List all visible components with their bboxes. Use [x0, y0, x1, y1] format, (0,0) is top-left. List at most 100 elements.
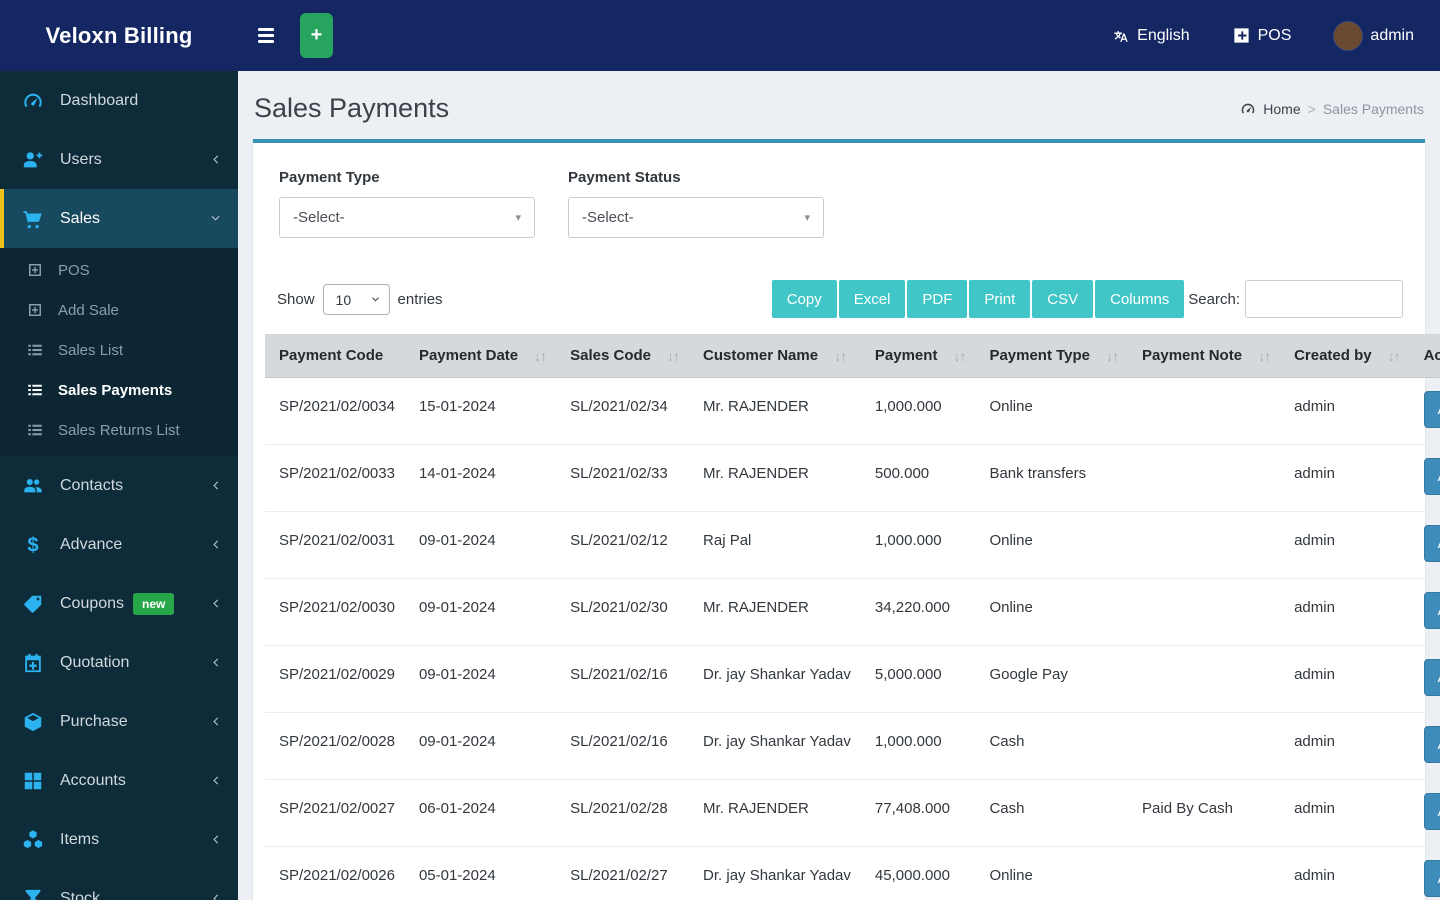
sort-icon[interactable]: ↓↑ — [953, 348, 966, 364]
sidebar-item-accounts[interactable]: Accounts — [0, 751, 238, 810]
sidebar-subitem-pos[interactable]: POS — [0, 250, 238, 290]
payment-status-value: -Select- — [582, 209, 634, 226]
cell-sales-code: SL/2021/02/34 — [556, 377, 690, 445]
cell-payment: 1,000.000 — [860, 511, 976, 579]
cell-payment-code: SP/2021/02/0031 — [265, 511, 405, 579]
sidebar-item-contacts[interactable]: Contacts — [0, 456, 238, 515]
sort-icon[interactable]: ↓↑ — [1106, 348, 1119, 364]
cell-payment-code: SP/2021/02/0027 — [265, 779, 405, 847]
sidebar-item-advance[interactable]: $ Advance — [0, 515, 238, 574]
column-header-created-by[interactable]: Created by ↓↑ — [1280, 334, 1410, 378]
payment-type-label: Payment Type — [279, 169, 380, 186]
pdf-button[interactable]: PDF — [907, 280, 968, 318]
sort-icon[interactable]: ↓↑ — [667, 348, 680, 364]
top-navbar: Veloxn Billing + English POS admin — [0, 0, 1440, 71]
page-length-control: Show 10 entries — [277, 284, 443, 315]
table-row: SP/2021/02/0029 09-01-2024 SL/2021/02/16 Dr… — [265, 645, 1440, 713]
cell-customer-name: Dr. jay Shankar Yadav — [689, 712, 861, 780]
sidebar-item-purchase[interactable]: Purchase — [0, 692, 238, 751]
cell-payment-code: SP/2021/02/0030 — [265, 578, 405, 646]
sort-icon[interactable]: ↓↑ — [1258, 348, 1271, 364]
table-header-row: Payment Code Payment Date ↓↑ Sales Code ↓↑ Cu… — [265, 334, 1440, 378]
sidebar-subitem-add-sale[interactable]: Add Sale — [0, 290, 238, 330]
page-length-select[interactable]: 10 — [322, 284, 390, 315]
action-button[interactable]: Action▾ — [1423, 525, 1440, 562]
copy-button[interactable]: Copy — [771, 280, 837, 318]
sort-icon[interactable]: ↓↑ — [534, 348, 547, 364]
dollar-icon: $ — [22, 534, 44, 556]
column-label: Customer Name — [703, 347, 819, 364]
column-header-payment-date[interactable]: Payment Date ↓↑ — [404, 334, 557, 378]
search-input[interactable] — [1245, 280, 1403, 318]
pos-link[interactable]: POS — [1232, 26, 1291, 45]
sidebar-subitem-sales-payments[interactable]: Sales Payments — [0, 370, 238, 410]
cell-payment-code: SP/2021/02/0033 — [265, 444, 405, 512]
chevron-left-icon — [209, 774, 222, 787]
sidebar-item-quotation[interactable]: Quotation — [0, 633, 238, 692]
sidebar-item-users[interactable]: Users — [0, 130, 238, 189]
payment-status-select[interactable]: -Select- ▾ — [568, 197, 824, 238]
cell-customer-name: Mr. RAJENDER — [689, 779, 861, 847]
search-label: Search: — [1188, 290, 1240, 308]
entries-label: entries — [397, 291, 443, 308]
cell-created-by: admin — [1280, 712, 1410, 780]
cell-payment-type: Online — [975, 377, 1129, 445]
action-button[interactable]: Action▾ — [1423, 659, 1440, 696]
cell-payment-type: Cash — [975, 779, 1129, 847]
sidebar-item-label: Items — [60, 830, 100, 848]
sidebar-item-items[interactable]: Items — [0, 810, 238, 869]
breadcrumb-home-link[interactable]: Home — [1263, 101, 1300, 117]
column-label: Action — [1423, 347, 1440, 364]
column-header-payment[interactable]: Payment ↓↑ — [860, 334, 976, 378]
payment-type-select[interactable]: -Select- ▾ — [279, 197, 535, 238]
sales-payments-card: Payment Type -Select- ▾ Payment Status -… — [253, 139, 1440, 900]
column-header-sales-code[interactable]: Sales Code ↓↑ — [556, 334, 690, 378]
sidebar-item-stock[interactable]: Stock — [0, 869, 238, 900]
column-label: Payment — [874, 347, 938, 364]
action-button[interactable]: Action▾ — [1423, 726, 1440, 763]
sidebar-subitem-sales-list[interactable]: Sales List — [0, 330, 238, 370]
csv-button[interactable]: CSV — [1032, 280, 1094, 318]
show-label: Show — [277, 291, 315, 308]
column-header-payment-type[interactable]: Payment Type ↓↑ — [975, 334, 1129, 378]
quick-add-button[interactable]: + — [300, 13, 333, 58]
user-menu[interactable]: admin — [1333, 20, 1414, 51]
cell-payment-date: 05-01-2024 — [404, 846, 557, 900]
cell-created-by: admin — [1280, 645, 1410, 713]
plus-icon: + — [310, 24, 323, 46]
sidebar-item-coupons[interactable]: Coupons new — [0, 574, 238, 633]
sidebar-toggle-button[interactable] — [252, 22, 280, 49]
sidebar-item-sales[interactable]: Sales — [0, 189, 238, 248]
cell-payment-type: Cash — [975, 712, 1129, 780]
cell-customer-name: Dr. jay Shankar Yadav — [689, 846, 861, 900]
cell-payment-note: Paid By Cash — [1128, 779, 1281, 847]
cell-sales-code: SL/2021/02/12 — [556, 511, 690, 579]
cell-action: Action▾ — [1409, 779, 1440, 847]
action-button[interactable]: Action▾ — [1423, 860, 1440, 897]
sidebar-subitem-sales-returns-list[interactable]: Sales Returns List — [0, 410, 238, 450]
app-logo[interactable]: Veloxn Billing — [0, 23, 238, 49]
chevron-left-icon — [209, 479, 222, 492]
column-header-customer-name[interactable]: Customer Name ↓↑ — [689, 334, 861, 378]
sidebar: Dashboard Users Sales POS Add Sale Sales List… — [0, 71, 238, 900]
language-menu[interactable]: English — [1111, 26, 1190, 45]
action-button[interactable]: Action▾ — [1423, 793, 1440, 830]
sidebar-item-label: Dashboard — [60, 91, 139, 109]
cell-payment-code: SP/2021/02/0034 — [265, 377, 405, 445]
action-button[interactable]: Action▾ — [1423, 592, 1440, 629]
print-button[interactable]: Print — [969, 280, 1031, 318]
sort-icon[interactable]: ↓↑ — [1388, 348, 1401, 364]
chevron-left-icon — [209, 833, 222, 846]
action-button[interactable]: Action▾ — [1423, 391, 1440, 428]
action-button[interactable]: Action▾ — [1423, 458, 1440, 495]
excel-button[interactable]: Excel — [838, 280, 906, 318]
cell-action: Action▾ — [1409, 846, 1440, 900]
sidebar-item-label: Sales — [60, 209, 101, 227]
cell-sales-code: SL/2021/02/27 — [556, 846, 690, 900]
cell-payment-type: Online — [975, 846, 1129, 900]
cell-payment-note — [1128, 645, 1281, 713]
sidebar-item-dashboard[interactable]: Dashboard — [0, 71, 238, 130]
column-header-payment-note[interactable]: Payment Note ↓↑ — [1128, 334, 1281, 378]
columns-button[interactable]: Columns — [1095, 280, 1185, 318]
sort-icon[interactable]: ↓↑ — [834, 348, 847, 364]
